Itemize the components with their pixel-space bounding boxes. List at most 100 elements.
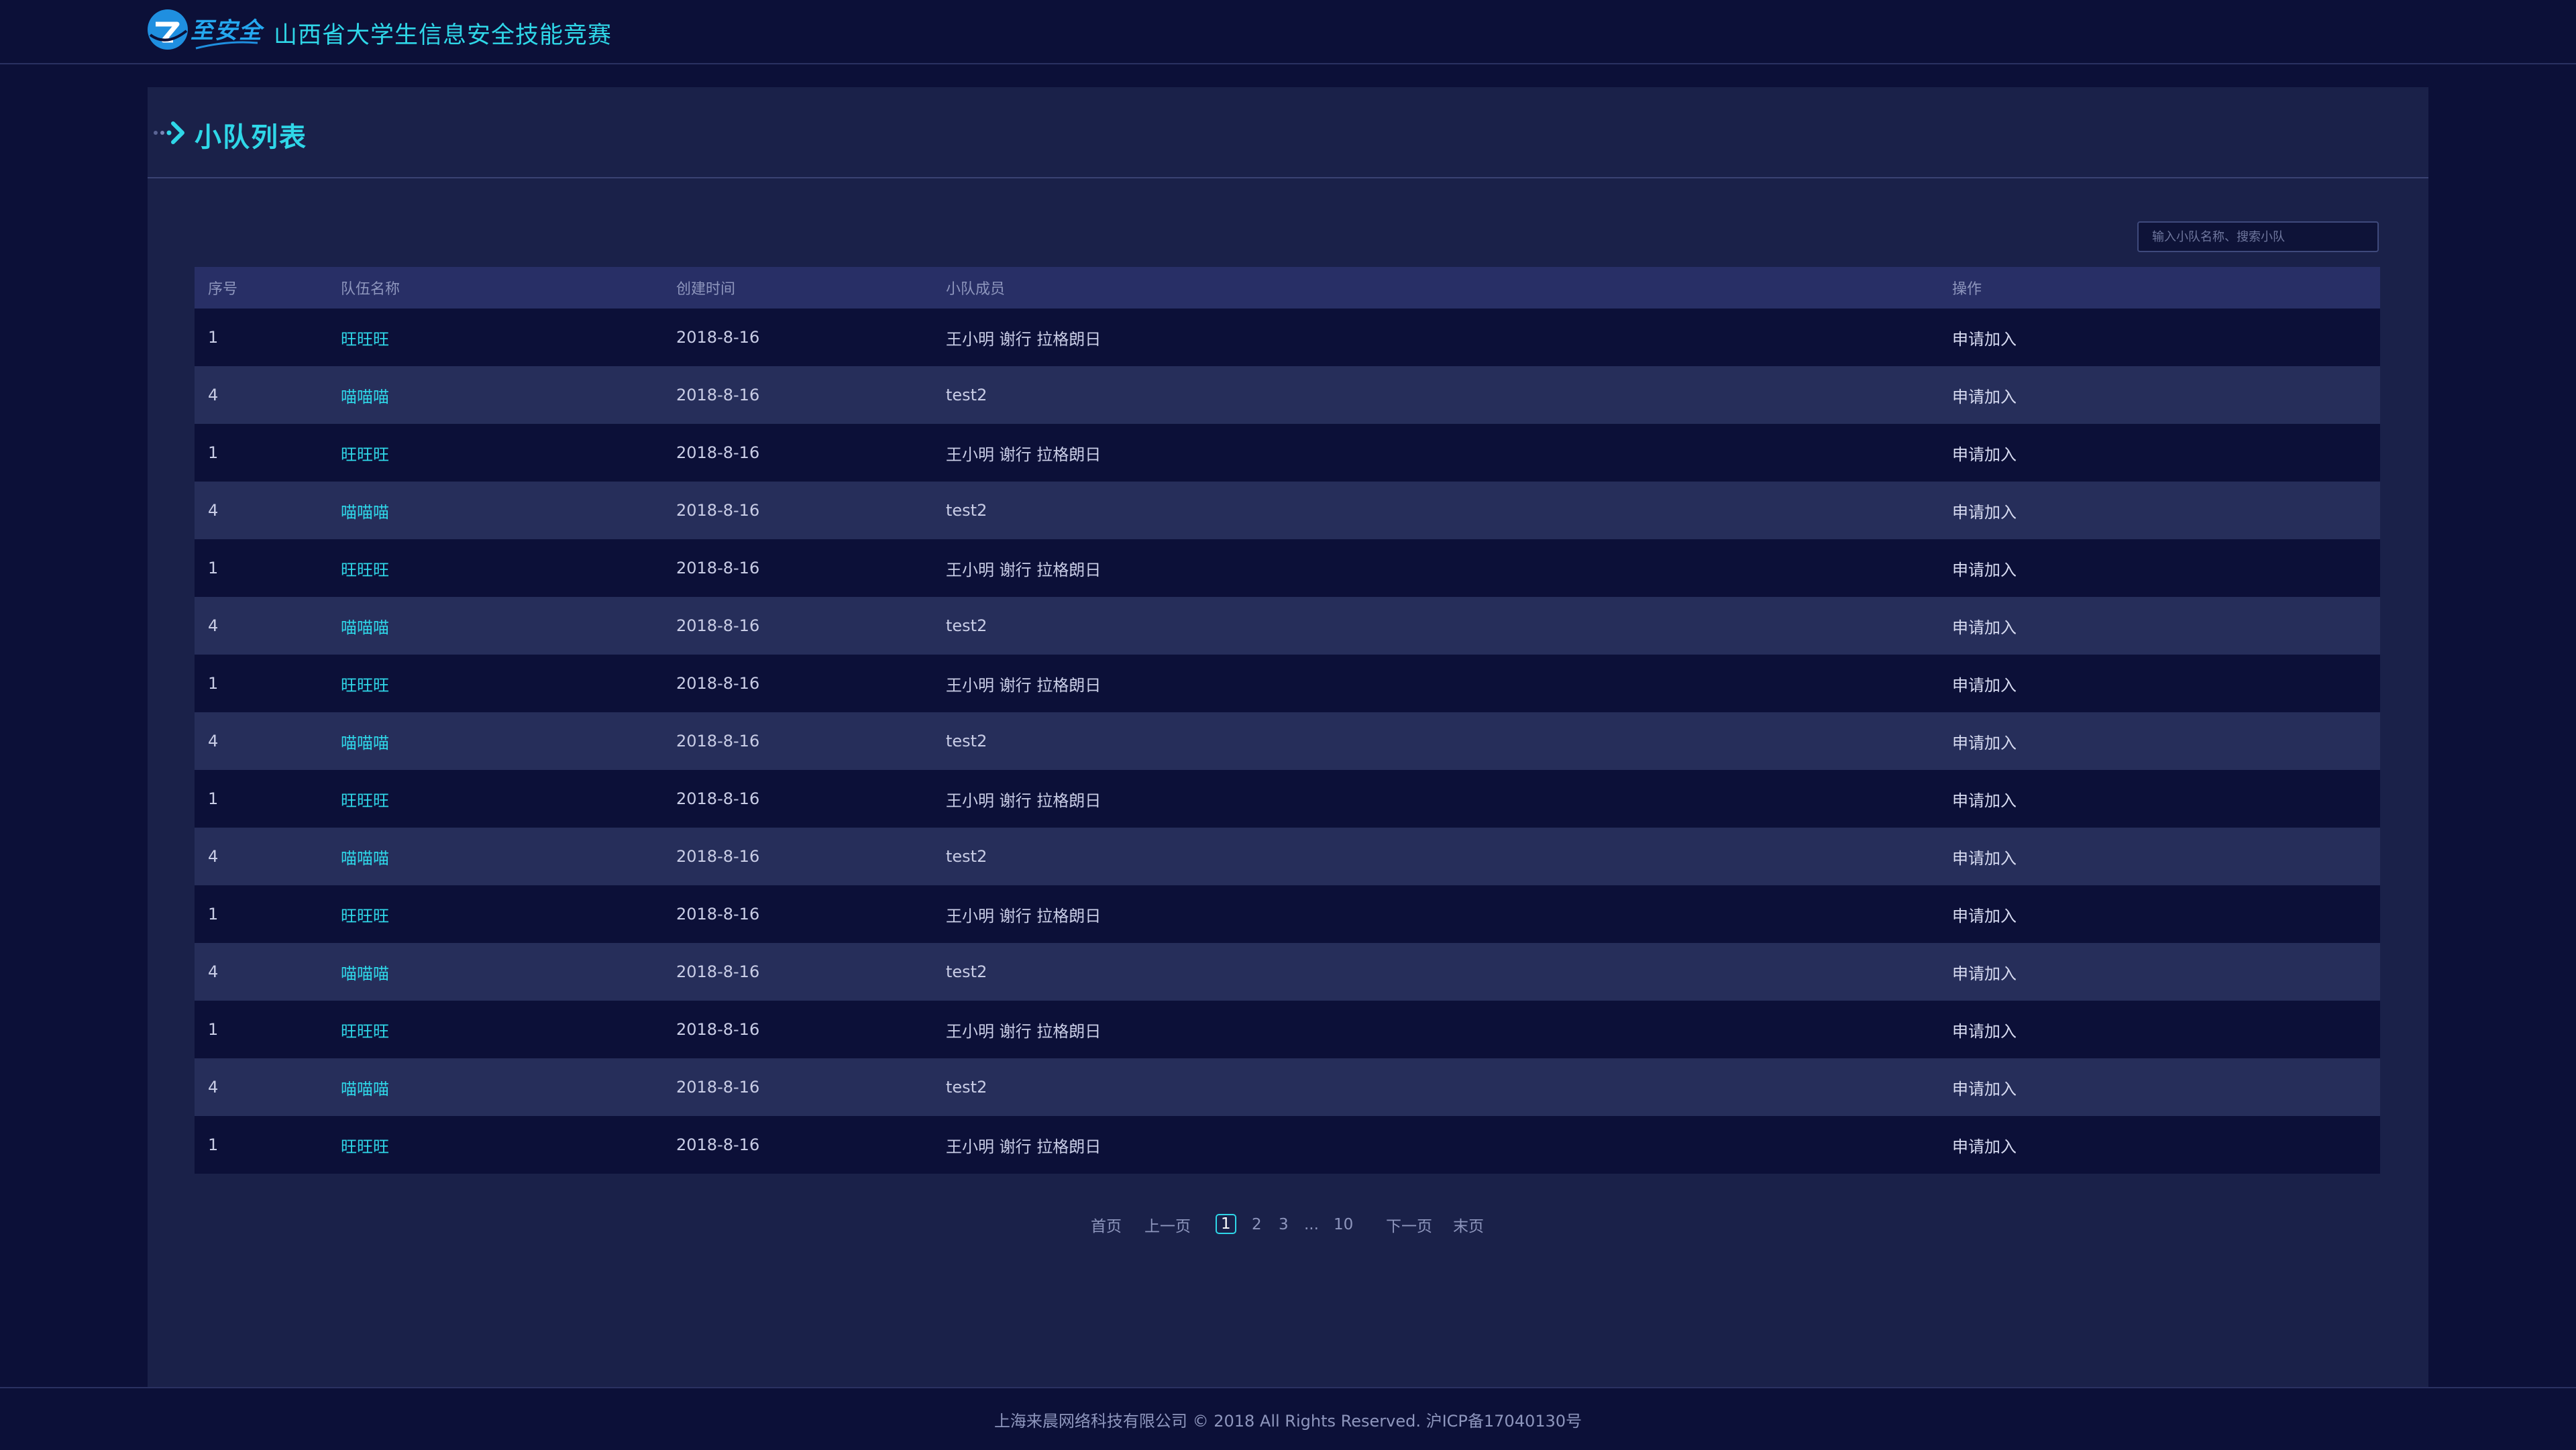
team-members: test2 (946, 1078, 987, 1097)
last-page-link[interactable]: 末页 (1453, 1211, 1484, 1238)
team-members: test2 (946, 501, 987, 520)
table-row: 1 旺旺旺 2018-8-16 王小明 谢行 拉格朗日 申请加入 (195, 424, 2380, 482)
apply-join-button[interactable]: 申请加入 (1952, 943, 2017, 1001)
team-name-link[interactable]: 喵喵喵 (341, 712, 389, 770)
created-date: 2018-8-16 (676, 1135, 760, 1154)
table-row: 4 喵喵喵 2018-8-16 test2 申请加入 (195, 943, 2380, 1001)
created-date: 2018-8-16 (676, 905, 760, 924)
table-body: 1 旺旺旺 2018-8-16 王小明 谢行 拉格朗日 申请加入 4 喵喵喵 2018-8-1… (195, 309, 2380, 1174)
team-name-link[interactable]: 喵喵喵 (341, 943, 389, 1001)
apply-join-button[interactable]: 申请加入 (1952, 885, 2017, 943)
apply-join-button[interactable]: 申请加入 (1952, 482, 2017, 539)
search-input[interactable] (2137, 221, 2379, 252)
apply-join-button[interactable]: 申请加入 (1952, 828, 2017, 885)
team-name-link[interactable]: 喵喵喵 (341, 828, 389, 885)
team-members: test2 (946, 732, 987, 750)
apply-join-button[interactable]: 申请加入 (1952, 1058, 2017, 1116)
column-header-action: 操作 (1952, 281, 1982, 298)
team-name-link[interactable]: 喵喵喵 (341, 366, 389, 424)
team-name-link[interactable]: 喵喵喵 (341, 1058, 389, 1116)
table-row: 4 喵喵喵 2018-8-16 test2 申请加入 (195, 712, 2380, 770)
prev-page-link[interactable]: 上一页 (1144, 1211, 1191, 1238)
team-name-link[interactable]: 旺旺旺 (341, 1116, 389, 1174)
team-number: 1 (208, 1135, 219, 1154)
apply-join-button[interactable]: 申请加入 (1952, 539, 2017, 597)
table-row: 1 旺旺旺 2018-8-16 王小明 谢行 拉格朗日 申请加入 (195, 655, 2380, 712)
team-number: 1 (208, 443, 219, 462)
team-name-link[interactable]: 旺旺旺 (341, 424, 389, 482)
team-name-link[interactable]: 喵喵喵 (341, 597, 389, 655)
apply-join-button[interactable]: 申请加入 (1952, 770, 2017, 828)
team-number: 4 (208, 616, 219, 635)
first-page-link[interactable]: 首页 (1091, 1211, 1122, 1238)
apply-join-button[interactable]: 申请加入 (1952, 309, 2017, 366)
table-row: 1 旺旺旺 2018-8-16 王小明 谢行 拉格朗日 申请加入 (195, 1001, 2380, 1058)
page-link-10[interactable]: 10 (1334, 1211, 1353, 1238)
created-date: 2018-8-16 (676, 1078, 760, 1097)
table-row: 1 旺旺旺 2018-8-16 王小明 谢行 拉格朗日 申请加入 (195, 539, 2380, 597)
team-name-link[interactable]: 旺旺旺 (341, 309, 389, 366)
team-table: 序号 队伍名称 创建时间 小队成员 操作 1 旺旺旺 2018-8-16 王小明 谢行… (195, 267, 2380, 1174)
team-members: test2 (946, 386, 987, 404)
team-list-panel: 小队列表 序号 队伍名称 创建时间 小队成员 操作 1 旺旺旺 2018-8-16 王… (148, 87, 2428, 1387)
page-link-2[interactable]: 2 (1252, 1211, 1262, 1238)
created-date: 2018-8-16 (676, 443, 760, 462)
team-members: test2 (946, 616, 987, 635)
created-date: 2018-8-16 (676, 501, 760, 520)
column-header-no: 序号 (208, 281, 238, 298)
created-date: 2018-8-16 (676, 962, 760, 981)
created-date: 2018-8-16 (676, 559, 760, 577)
table-row: 4 喵喵喵 2018-8-16 test2 申请加入 (195, 366, 2380, 424)
team-number: 4 (208, 501, 219, 520)
team-name-link[interactable]: 旺旺旺 (341, 885, 389, 943)
team-number: 4 (208, 847, 219, 866)
team-name-link[interactable]: 旺旺旺 (341, 770, 389, 828)
logo-swoosh-icon (195, 41, 258, 50)
team-name-link[interactable]: 旺旺旺 (341, 655, 389, 712)
table-row: 4 喵喵喵 2018-8-16 test2 申请加入 (195, 482, 2380, 539)
table-header: 序号 队伍名称 创建时间 小队成员 操作 (195, 267, 2380, 309)
apply-join-button[interactable]: 申请加入 (1952, 1116, 2017, 1174)
apply-join-button[interactable]: 申请加入 (1952, 424, 2017, 482)
pagination-ellipsis: ... (1304, 1216, 1319, 1233)
team-name-link[interactable]: 旺旺旺 (341, 1001, 389, 1058)
team-members: 王小明 谢行 拉格朗日 (946, 560, 1102, 579)
team-number: 1 (208, 674, 219, 693)
apply-join-button[interactable]: 申请加入 (1952, 712, 2017, 770)
team-members: 王小明 谢行 拉格朗日 (946, 445, 1102, 464)
team-number: 1 (208, 1020, 219, 1039)
table-row: 1 旺旺旺 2018-8-16 王小明 谢行 拉格朗日 申请加入 (195, 770, 2380, 828)
table-row: 4 喵喵喵 2018-8-16 test2 申请加入 (195, 828, 2380, 885)
team-number: 1 (208, 559, 219, 577)
next-page-link[interactable]: 下一页 (1386, 1211, 1432, 1238)
created-date: 2018-8-16 (676, 616, 760, 635)
table-row: 1 旺旺旺 2018-8-16 王小明 谢行 拉格朗日 申请加入 (195, 1116, 2380, 1174)
table-row: 1 旺旺旺 2018-8-16 王小明 谢行 拉格朗日 申请加入 (195, 885, 2380, 943)
page-link-3[interactable]: 3 (1279, 1211, 1289, 1238)
team-members: 王小明 谢行 拉格朗日 (946, 329, 1102, 349)
team-name-link[interactable]: 喵喵喵 (341, 482, 389, 539)
column-header-created: 创建时间 (676, 281, 736, 298)
team-number: 4 (208, 962, 219, 981)
column-header-members: 小队成员 (946, 281, 1006, 298)
footer: 上海来晨网络科技有限公司 © 2018 All Rights Reserved.… (0, 1387, 2576, 1450)
team-members: 王小明 谢行 拉格朗日 (946, 675, 1102, 695)
apply-join-button[interactable]: 申请加入 (1952, 597, 2017, 655)
apply-join-button[interactable]: 申请加入 (1952, 655, 2017, 712)
created-date: 2018-8-16 (676, 674, 760, 693)
pagination: 首页 上一页 1 2 3 ... 10 下一页 末页 (148, 1211, 2428, 1241)
team-number: 4 (208, 386, 219, 404)
logo-icon[interactable] (146, 8, 189, 51)
page-link-1[interactable]: 1 (1216, 1214, 1236, 1234)
chevron-right-icon (154, 121, 184, 144)
created-date: 2018-8-16 (676, 386, 760, 404)
apply-join-button[interactable]: 申请加入 (1952, 366, 2017, 424)
team-members: 王小明 谢行 拉格朗日 (946, 1021, 1102, 1041)
apply-join-button[interactable]: 申请加入 (1952, 1001, 2017, 1058)
site-title: 山西省大学生信息安全技能竞赛 (274, 22, 612, 49)
footer-copyright: 上海来晨网络科技有限公司 © 2018 All Rights Reserved.… (994, 1411, 1582, 1431)
created-date: 2018-8-16 (676, 732, 760, 750)
created-date: 2018-8-16 (676, 1020, 760, 1039)
team-name-link[interactable]: 旺旺旺 (341, 539, 389, 597)
team-members: 王小明 谢行 拉格朗日 (946, 1137, 1102, 1156)
